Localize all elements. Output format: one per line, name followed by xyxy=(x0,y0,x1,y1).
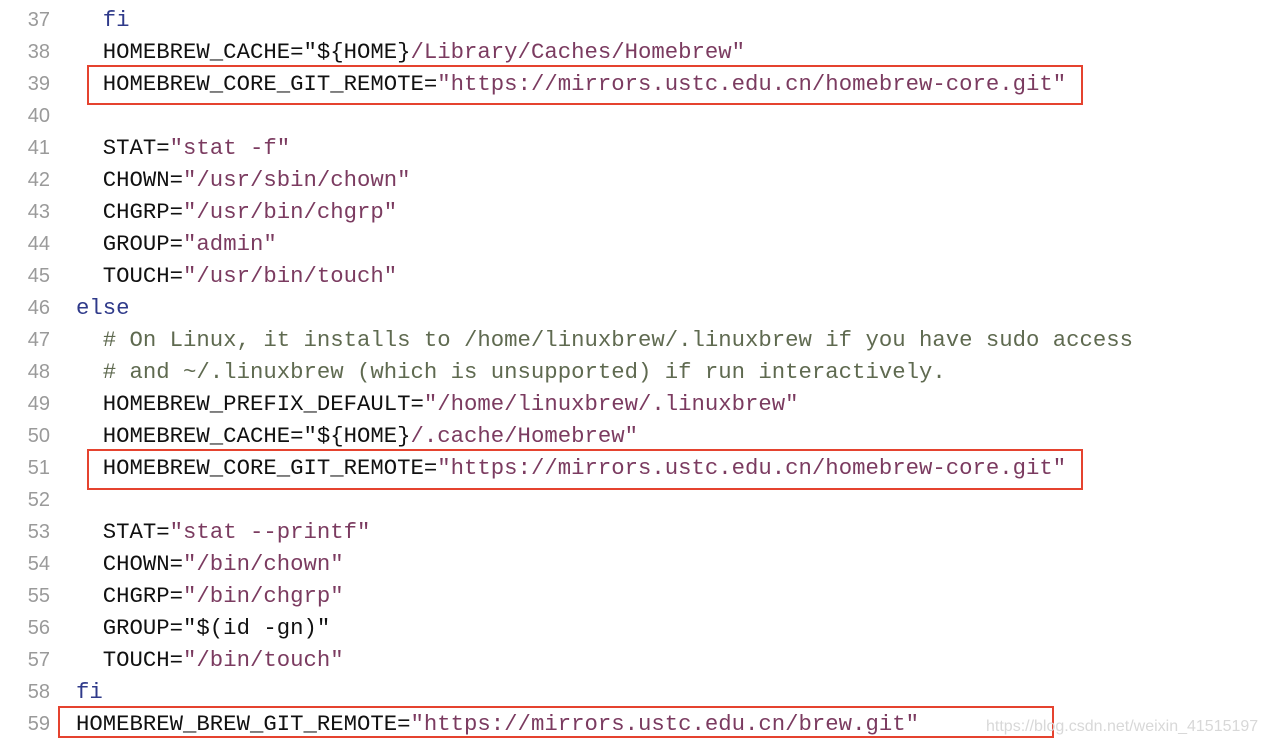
code-line: 45 TOUCH="/usr/bin/touch" xyxy=(0,260,1268,292)
comment-token: # On Linux, it installs to /home/linuxbr… xyxy=(76,327,1134,353)
string-token: "/bin/chgrp" xyxy=(183,583,344,609)
code-line: 42 CHOWN="/usr/sbin/chown" xyxy=(0,164,1268,196)
code-line: 57 TOUCH="/bin/touch" xyxy=(0,644,1268,676)
highlight-box-line-39 xyxy=(87,65,1083,105)
code-token: CHOWN= xyxy=(76,551,184,577)
code-line: 49 HOMEBREW_PREFIX_DEFAULT="/home/linuxb… xyxy=(0,388,1268,420)
code-text: STAT="stat -f" xyxy=(76,132,290,164)
string-token: "/usr/bin/chgrp" xyxy=(183,199,398,225)
line-number: 59 xyxy=(27,713,50,735)
code-token: CHGRP= xyxy=(76,199,184,225)
line-number: 55 xyxy=(27,585,50,607)
code-text: CHGRP="/usr/bin/chgrp" xyxy=(76,196,397,228)
code-token: GROUP= xyxy=(76,231,184,257)
code-text: TOUCH="/usr/bin/touch" xyxy=(76,260,397,292)
string-token: "/home/linuxbrew/.linuxbrew" xyxy=(423,391,799,417)
string-token: "/bin/chown" xyxy=(183,551,344,577)
code-token: HOMEBREW_CACHE="${HOME} xyxy=(76,39,411,65)
code-token: CHGRP= xyxy=(76,583,184,609)
line-number: 44 xyxy=(27,233,50,255)
line-number: 41 xyxy=(27,137,50,159)
line-number: 52 xyxy=(27,489,50,511)
highlight-box-line-59 xyxy=(58,706,1054,738)
code-line: 50 HOMEBREW_CACHE="${HOME}/.cache/Homebr… xyxy=(0,420,1268,452)
code-text: CHOWN="/usr/sbin/chown" xyxy=(76,164,411,196)
code-line: 47 # On Linux, it installs to /home/linu… xyxy=(0,324,1268,356)
line-number: 53 xyxy=(27,521,50,543)
keyword-token: else xyxy=(76,295,130,321)
code-token: STAT= xyxy=(76,135,170,161)
string-token: "stat --printf" xyxy=(169,519,371,545)
line-number: 48 xyxy=(27,361,50,383)
code-text: GROUP="$(id -gn)" xyxy=(76,612,330,644)
watermark: https://blog.csdn.net/weixin_41515197 xyxy=(986,718,1259,735)
string-token: "/usr/bin/touch" xyxy=(183,263,398,289)
code-text: STAT="stat --printf" xyxy=(76,516,371,548)
line-number: 45 xyxy=(27,265,50,287)
code-text: else xyxy=(76,292,130,324)
line-number: 54 xyxy=(27,553,50,575)
code-line: 37 fi xyxy=(0,4,1268,36)
keyword-token: fi xyxy=(102,7,130,33)
code-text: HOMEBREW_CACHE="${HOME}/Library/Caches/H… xyxy=(76,36,745,68)
code-text: CHOWN="/bin/chown" xyxy=(76,548,344,580)
line-number: 46 xyxy=(27,297,50,319)
code-text: # On Linux, it installs to /home/linuxbr… xyxy=(76,324,1133,356)
code-token: CHOWN= xyxy=(76,167,184,193)
string-token: /Library/Caches/Homebrew" xyxy=(410,39,746,65)
code-text: CHGRP="/bin/chgrp" xyxy=(76,580,344,612)
code-text: # and ~/.linuxbrew (which is unsupported… xyxy=(76,356,946,388)
line-number: 50 xyxy=(27,425,50,447)
code-text: HOMEBREW_CACHE="${HOME}/.cache/Homebrew" xyxy=(76,420,638,452)
code-line: 54 CHOWN="/bin/chown" xyxy=(0,548,1268,580)
code-token: GROUP="$(id -gn)" xyxy=(76,615,331,641)
code-token: HOMEBREW_PREFIX_DEFAULT= xyxy=(76,391,424,417)
code-line: 55 CHGRP="/bin/chgrp" xyxy=(0,580,1268,612)
comment-token: # and ~/.linuxbrew (which is unsupported… xyxy=(76,359,946,385)
line-number: 40 xyxy=(27,105,50,127)
string-token: "/usr/sbin/chown" xyxy=(183,167,411,193)
line-number: 51 xyxy=(27,457,50,479)
code-line: 38 HOMEBREW_CACHE="${HOME}/Library/Cache… xyxy=(0,36,1268,68)
code-line: 56 GROUP="$(id -gn)" xyxy=(0,612,1268,644)
code-line: 53 STAT="stat --printf" xyxy=(0,516,1268,548)
line-number: 56 xyxy=(27,617,50,639)
code-text: TOUCH="/bin/touch" xyxy=(76,644,344,676)
code-line: 43 CHGRP="/usr/bin/chgrp" xyxy=(0,196,1268,228)
line-number: 47 xyxy=(27,329,50,351)
code-text: fi xyxy=(76,676,103,708)
string-token: "/bin/touch" xyxy=(183,647,344,673)
code-line: 48 # and ~/.linuxbrew (which is unsuppor… xyxy=(0,356,1268,388)
code-text: HOMEBREW_PREFIX_DEFAULT="/home/linuxbrew… xyxy=(76,388,799,420)
code-token: STAT= xyxy=(76,519,170,545)
line-number: 49 xyxy=(27,393,50,415)
code-text: GROUP="admin" xyxy=(76,228,277,260)
line-number: 37 xyxy=(27,9,50,31)
line-number: 43 xyxy=(27,201,50,223)
string-token: "stat -f" xyxy=(169,135,291,161)
line-number: 38 xyxy=(27,41,50,63)
line-number: 39 xyxy=(27,73,50,95)
code-text: fi xyxy=(76,4,130,36)
line-number: 42 xyxy=(27,169,50,191)
string-token: /.cache/Homebrew" xyxy=(410,423,638,449)
keyword-token: fi xyxy=(76,679,103,705)
code-line: 41 STAT="stat -f" xyxy=(0,132,1268,164)
code-line: 58 fi xyxy=(0,676,1268,708)
line-number: 58 xyxy=(27,681,50,703)
line-number: 57 xyxy=(27,649,50,671)
code-token: TOUCH= xyxy=(76,647,184,673)
code-line: 44 GROUP="admin" xyxy=(0,228,1268,260)
code-token: TOUCH= xyxy=(76,263,184,289)
string-token: "admin" xyxy=(183,231,277,257)
code-token: HOMEBREW_CACHE="${HOME} xyxy=(76,423,411,449)
highlight-box-line-51 xyxy=(87,449,1083,490)
code-line: 46 else xyxy=(0,292,1268,324)
